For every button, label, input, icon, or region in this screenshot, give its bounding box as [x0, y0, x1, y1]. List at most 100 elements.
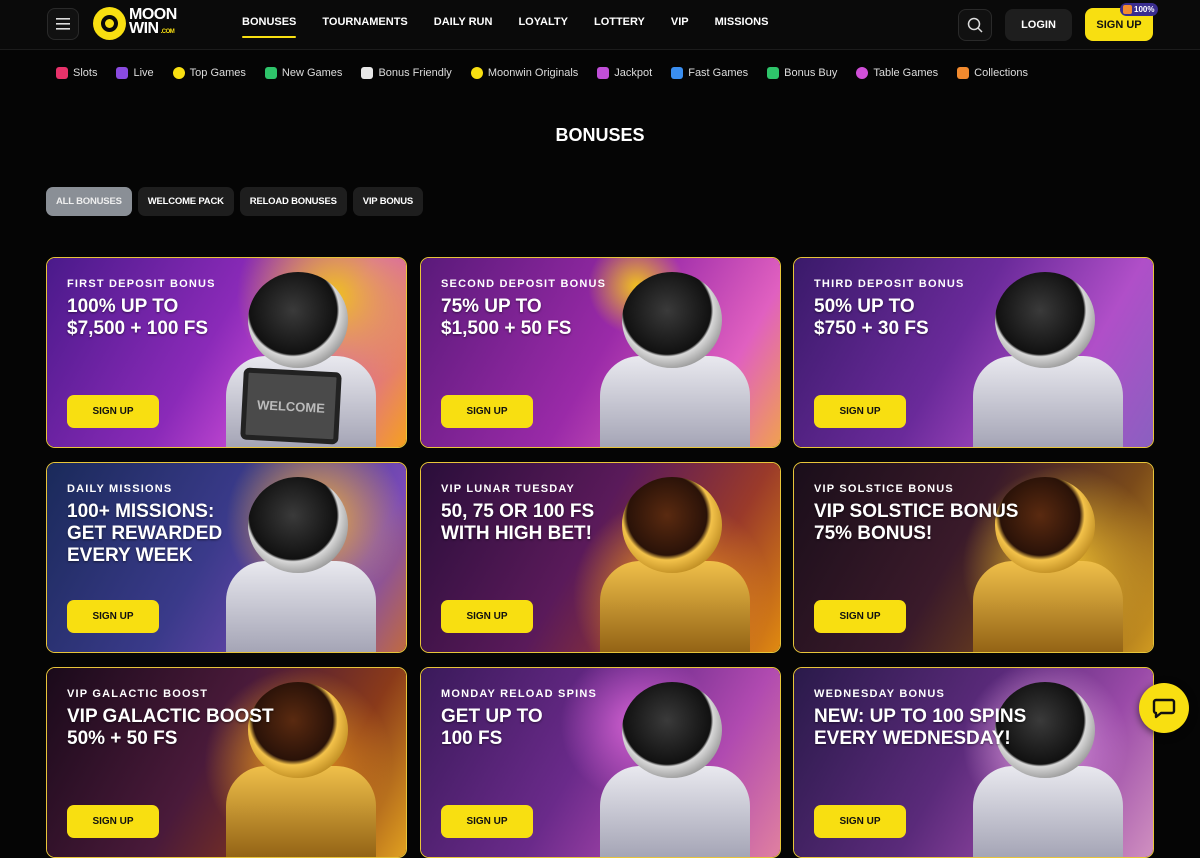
astronaut-illustration [600, 356, 750, 447]
bonus-friendly-icon [361, 67, 374, 79]
collections-icon [957, 67, 970, 79]
card-title-line: 50, 75 OR 100 FS [441, 501, 595, 522]
category-label: Top Games [189, 67, 246, 79]
category-moonwin-originals[interactable]: Moonwin Originals [470, 67, 578, 79]
filter-welcome-pack[interactable]: WELCOME PACK [137, 187, 234, 216]
bonus-card-second-deposit[interactable]: SECOND DEPOSIT BONUS 75% UP TO $1,500 + 5… [420, 257, 781, 448]
card-label: VIP GALACTIC BOOST [67, 688, 209, 700]
category-top-games[interactable]: Top Games [172, 67, 246, 79]
category-label: Live [133, 67, 154, 79]
sign-up-button[interactable]: SIGN UP [814, 395, 906, 428]
bonus-card-daily-missions[interactable]: DAILY MISSIONS 100+ MISSIONS: GET REWARDE… [46, 462, 407, 653]
card-title-line: 50% + 50 FS [67, 728, 178, 749]
card-title-line: GET UP TO [441, 706, 543, 727]
card-title-line: $7,500 + 100 FS [67, 318, 209, 339]
card-title: VIP GALACTIC BOOST 50% + 50 FS [67, 706, 337, 750]
page-title: BONUSES [555, 125, 645, 145]
top-games-icon [172, 67, 185, 79]
nav-vip[interactable]: VIP [671, 16, 689, 32]
category-collections[interactable]: Collections [957, 67, 1028, 79]
card-title: 50% UP TO $750 + 30 FS [814, 296, 1084, 340]
nav-loyalty[interactable]: LOYALTY [518, 16, 568, 32]
card-label: VIP LUNAR TUESDAY [441, 483, 576, 495]
sign-up-button[interactable]: SIGN UP [67, 805, 159, 838]
category-label: Table Games [873, 67, 939, 79]
category-label: New Games [281, 67, 343, 79]
card-title-line: EVERY WEEK [67, 545, 193, 566]
signup-bonus-badge: 100% [1120, 3, 1159, 16]
nav-bonuses[interactable]: BONUSES [242, 16, 297, 38]
login-button[interactable]: LOGIN [1005, 9, 1072, 41]
top-navigation-bar: MOON WIN .COM BONUSES TOURNAMENTS DAILY R… [0, 0, 1200, 50]
sign-up-button[interactable]: SIGN UP [67, 600, 159, 633]
category-table-games[interactable]: Table Games [856, 67, 938, 79]
category-label: Collections [974, 67, 1028, 79]
live-chat-button[interactable] [1139, 683, 1189, 733]
astronaut-illustration [973, 356, 1123, 447]
category-live[interactable]: Live [116, 67, 154, 79]
nav-daily-run[interactable]: DAILY RUN [434, 16, 493, 32]
jackpot-icon [597, 67, 610, 79]
category-jackpot[interactable]: Jackpot [597, 67, 652, 79]
moonwin-logo[interactable]: MOON WIN .COM [93, 7, 177, 40]
category-new-games[interactable]: New Games [264, 67, 343, 79]
search-button[interactable] [958, 9, 992, 41]
card-title-line: 50% UP TO [814, 296, 915, 317]
card-title-line: 100+ MISSIONS: [67, 501, 215, 522]
sign-up-button[interactable]: SIGN UP [67, 395, 159, 428]
card-title-line: GET REWARDED [67, 523, 223, 544]
card-title-line: VIP GALACTIC BOOST [67, 706, 274, 727]
card-title: VIP SOLSTICE BONUS 75% BONUS! [814, 501, 1084, 545]
logo-text-suffix: .COM [160, 29, 175, 35]
card-title-line: 75% BONUS! [814, 523, 933, 544]
sign-up-button[interactable]: SIGN UP [441, 395, 533, 428]
bonus-card-third-deposit[interactable]: THIRD DEPOSIT BONUS 50% UP TO $750 + 30 F… [793, 257, 1154, 448]
bonus-card-monday-reload-spins[interactable]: MONDAY RELOAD SPINS GET UP TO 100 FS SIGN… [420, 667, 781, 858]
bonus-card-vip-lunar-tuesday[interactable]: VIP LUNAR TUESDAY 50, 75 OR 100 FS WITH H… [420, 462, 781, 653]
category-slots[interactable]: Slots [56, 67, 97, 79]
card-title: NEW: UP TO 100 SPINS EVERY WEDNESDAY! [814, 706, 1084, 750]
card-label: FIRST DEPOSIT BONUS [67, 278, 216, 290]
category-bonus-buy[interactable]: Bonus Buy [767, 67, 837, 79]
bonus-card-vip-solstice[interactable]: VIP SOLSTICE BONUS VIP SOLSTICE BONUS 75%… [793, 462, 1154, 653]
card-title-line: VIP SOLSTICE BONUS [814, 501, 1019, 522]
sign-up-button[interactable]: SIGN UP [814, 805, 906, 838]
sign-up-button[interactable]: SIGN UP [441, 805, 533, 838]
card-title-line: EVERY WEDNESDAY! [814, 728, 1011, 749]
filter-vip-bonus[interactable]: VIP BONUS [352, 187, 424, 216]
nav-tournaments[interactable]: TOURNAMENTS [322, 16, 407, 32]
astronaut-illustration [226, 561, 376, 652]
category-bonus-friendly[interactable]: Bonus Friendly [361, 67, 452, 79]
astronaut-illustration [600, 561, 750, 652]
bonus-buy-icon [767, 67, 780, 79]
live-icon [116, 67, 129, 79]
card-title-line: WITH HIGH BET! [441, 523, 592, 544]
filter-reload-bonuses[interactable]: RELOAD BONUSES [239, 187, 347, 216]
card-title-line: NEW: UP TO 100 SPINS [814, 706, 1027, 727]
filter-all-bonuses[interactable]: ALL BONUSES [46, 187, 132, 216]
bonus-card-wednesday-bonus[interactable]: WEDNESDAY BONUS NEW: UP TO 100 SPINS EVER… [793, 667, 1154, 858]
category-label: Bonus Buy [784, 67, 838, 79]
card-label: VIP SOLSTICE BONUS [814, 483, 954, 495]
card-title-line: 75% UP TO [441, 296, 542, 317]
main-nav: BONUSES TOURNAMENTS DAILY RUN LOYALTY LO… [242, 16, 769, 38]
category-label: Fast Games [688, 67, 749, 79]
card-title-line: $750 + 30 FS [814, 318, 929, 339]
signup-badge-text: 100% [1134, 5, 1155, 14]
nav-missions[interactable]: MISSIONS [715, 16, 769, 32]
search-icon [967, 17, 983, 33]
sign-up-button[interactable]: SIGN UP [814, 600, 906, 633]
category-label: Jackpot [614, 67, 653, 79]
nav-lottery[interactable]: LOTTERY [594, 16, 645, 32]
bonus-card-first-deposit[interactable]: WELCOME FIRST DEPOSIT BONUS 100% UP TO $7… [46, 257, 407, 448]
bonus-filter-tabs: ALL BONUSES WELCOME PACK RELOAD BONUSES … [46, 187, 424, 216]
moon-logo-icon [93, 7, 126, 40]
moonwin-originals-icon [470, 67, 483, 79]
logo-text-win: WIN [129, 20, 159, 37]
bonus-card-vip-galactic-boost[interactable]: VIP GALACTIC BOOST VIP GALACTIC BOOST 50%… [46, 667, 407, 858]
sign-up-button[interactable]: SIGN UP [441, 600, 533, 633]
menu-button[interactable] [47, 8, 79, 40]
chat-bubble-icon [1152, 698, 1176, 719]
card-title: 100% UP TO $7,500 + 100 FS [67, 296, 337, 340]
category-fast-games[interactable]: Fast Games [671, 67, 748, 79]
